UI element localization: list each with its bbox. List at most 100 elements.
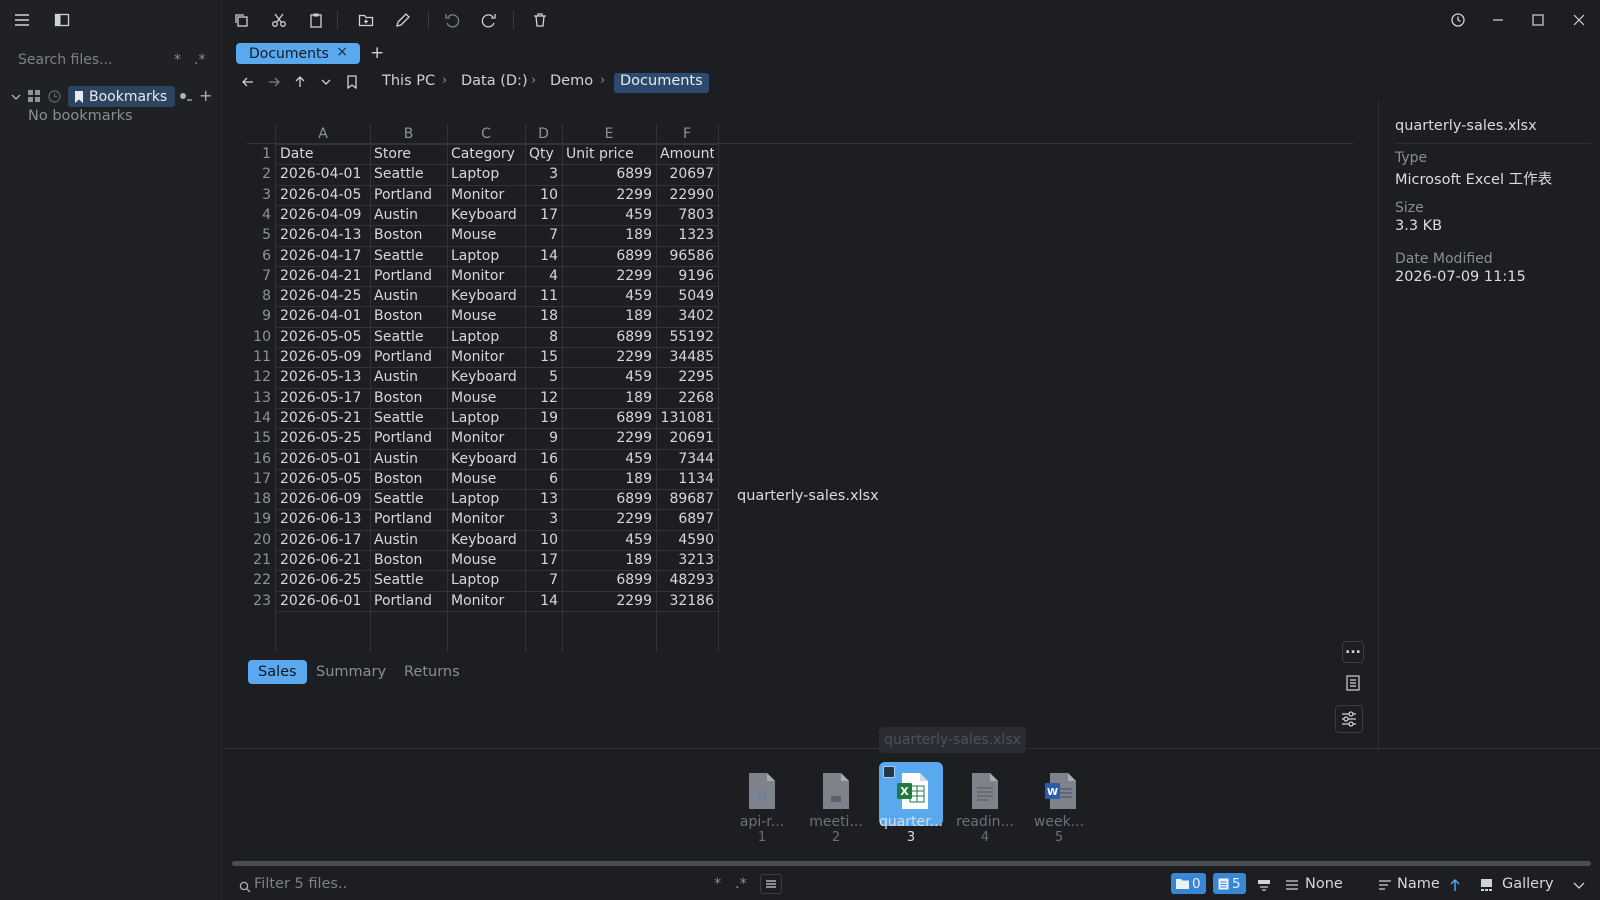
row-number: 6 (262, 247, 271, 264)
sheet-cell: 2026-06-25 (280, 572, 362, 589)
sheet-cell: 10 (540, 186, 558, 203)
folder-count-badge[interactable]: 0 (1171, 873, 1206, 894)
undo-icon[interactable] (441, 9, 463, 31)
more-icon: ... (1345, 641, 1361, 657)
sheet-cell: 189 (625, 389, 652, 406)
sheet-tab-summary[interactable]: Summary (316, 660, 386, 684)
filter-options-button[interactable] (760, 874, 782, 894)
preview-filename: quarterly-sales.xlsx (737, 488, 879, 504)
paste-icon[interactable] (305, 9, 327, 31)
preview-settings-button[interactable] (1335, 705, 1363, 733)
chevron-down-icon[interactable] (11, 92, 21, 102)
sort-icon[interactable] (1378, 879, 1392, 891)
gallery-item[interactable]: W week... 5 (1027, 772, 1091, 845)
bookmark-icon (75, 90, 83, 103)
tab-documents[interactable]: Documents × (236, 43, 360, 64)
sheet-cell: Boston (374, 389, 423, 406)
sheet-cell: 189 (625, 552, 652, 568)
sort-by-select[interactable]: Name (1397, 876, 1440, 892)
sheet-cell: 2268 (678, 389, 714, 406)
redo-icon[interactable] (478, 9, 500, 31)
add-bookmark-folder-icon[interactable] (179, 91, 193, 103)
bookmarks-header: Bookmarks + (8, 86, 220, 108)
group-by-select[interactable]: None (1305, 876, 1343, 892)
gallery-item[interactable]: readin... 4 (953, 772, 1017, 845)
minimize-icon[interactable] (1487, 9, 1509, 31)
sidebar: Search files... * .* Bookmarks + No book… (0, 0, 223, 900)
grid-icon[interactable] (28, 90, 41, 102)
sheet-cell: 1323 (678, 227, 714, 244)
sheet-tab-returns[interactable]: Returns (404, 660, 460, 684)
sheet-cell: 20691 (669, 430, 714, 447)
sheet-tab-sales[interactable]: Sales (248, 660, 307, 684)
sheet-cell: 17 (540, 206, 558, 223)
sheet-cell: 2026-04-17 (280, 247, 362, 264)
row-number: 21 (253, 552, 271, 568)
bookmarks-tab[interactable]: Bookmarks (68, 86, 176, 107)
row-number: 16 (253, 450, 271, 467)
sheet-cell: 19 (540, 409, 558, 426)
new-tab-button[interactable]: + (370, 43, 384, 63)
regex-toggle[interactable]: .* (194, 52, 205, 68)
view-mode-select[interactable]: Gallery (1502, 876, 1554, 892)
gallery-scrollbar[interactable] (232, 861, 1591, 866)
back-icon[interactable] (237, 71, 259, 93)
more-options-button[interactable]: ... (1342, 641, 1364, 663)
up-icon[interactable] (289, 71, 311, 93)
maximize-icon[interactable] (1527, 9, 1549, 31)
filter-wildcard-toggle[interactable]: * (714, 876, 721, 892)
gallery-view-icon[interactable] (1480, 878, 1493, 892)
sheet-header-cell: Category (451, 146, 515, 162)
menu-icon[interactable] (11, 9, 33, 31)
sheet-header-cell: Qty (529, 146, 554, 162)
gallery-item[interactable]: {} api-r... 1 (730, 772, 794, 845)
new-folder-icon[interactable] (355, 9, 377, 31)
sheet-cell: Portland (374, 592, 432, 609)
chevron-down-icon[interactable] (1573, 882, 1585, 890)
tab-close-icon[interactable]: × (336, 44, 348, 60)
sheet-cell: Mouse (451, 227, 497, 244)
add-bookmark-button[interactable]: + (199, 86, 212, 105)
filter-regex-toggle[interactable]: .* (735, 876, 747, 892)
row-number: 1 (262, 146, 271, 162)
clock-icon[interactable] (48, 90, 61, 103)
breadcrumb-this-pc[interactable]: This PC (382, 73, 435, 93)
bookmark-location-icon[interactable] (341, 71, 363, 93)
sheet-cell: 2026-04-09 (280, 206, 362, 223)
group-icon[interactable] (1285, 879, 1299, 891)
sidebar-search-input[interactable]: Search files... * .* (18, 52, 214, 72)
gallery-item-selected[interactable]: X quarter... 3 (879, 772, 943, 845)
sheet-cell: 96586 (669, 247, 714, 264)
rename-icon[interactable] (392, 9, 414, 31)
filter-input[interactable]: Filter 5 files.. (254, 876, 347, 892)
copy-icon[interactable] (230, 9, 252, 31)
document-file-icon (821, 772, 851, 810)
row-number: 19 (253, 511, 271, 528)
breadcrumb-data-d[interactable]: Data (D:) (461, 73, 528, 93)
history-dropdown-icon[interactable] (315, 71, 337, 93)
breadcrumb-documents[interactable]: Documents (614, 73, 709, 93)
details-pane-icon[interactable] (1343, 673, 1363, 693)
row-number: 2 (262, 166, 271, 183)
sheet-cell: Laptop (451, 247, 500, 264)
sheet-cell: Austin (374, 531, 418, 548)
sheet-cell: 459 (625, 369, 652, 386)
display-icon[interactable] (1257, 878, 1271, 892)
breadcrumb-demo[interactable]: Demo (550, 73, 593, 93)
sidebar-toggle-icon[interactable] (51, 9, 73, 31)
close-icon[interactable] (1568, 9, 1590, 31)
forward-icon[interactable] (263, 71, 285, 93)
row-number: 11 (253, 349, 271, 365)
history-icon[interactable] (1447, 9, 1469, 31)
gallery-item[interactable]: meeti... 2 (804, 772, 868, 845)
sort-ascending-icon[interactable] (1449, 878, 1461, 892)
column-header: A (318, 126, 328, 142)
file-count-badge[interactable]: 5 (1213, 873, 1246, 894)
sheet-cell: Portland (374, 186, 432, 203)
delete-icon[interactable] (529, 9, 551, 31)
wildcard-toggle[interactable]: * (174, 52, 181, 68)
svg-text:{}: {} (755, 788, 768, 801)
sheet-cell: 2026-05-17 (280, 389, 362, 406)
cut-icon[interactable] (268, 9, 290, 31)
bookmarks-label: Bookmarks (89, 88, 168, 105)
